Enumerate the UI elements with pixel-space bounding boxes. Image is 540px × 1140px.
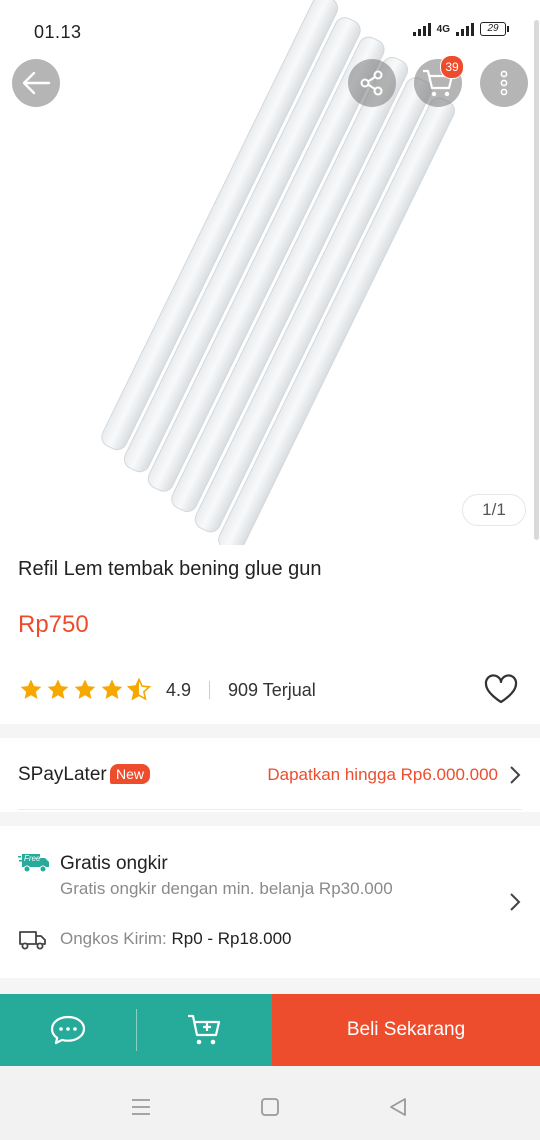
chevron-right-icon [509, 892, 521, 917]
battery-icon: 29 [480, 22, 509, 36]
share-icon [360, 70, 383, 96]
signal-icon-2 [456, 22, 474, 36]
spaylater-label: SPayLater [18, 764, 107, 785]
divider [18, 809, 522, 810]
new-badge: New [110, 764, 151, 784]
system-navigation-bar [0, 1066, 540, 1140]
arrow-left-icon [22, 71, 51, 95]
buy-now-button[interactable]: Beli Sekarang [272, 994, 540, 1066]
rating-stars [18, 678, 152, 702]
shipping-cost-value: Rp0 - Rp18.000 [171, 929, 292, 948]
rating-value: 4.9 [166, 679, 192, 700]
bottom-action-bar: Beli Sekarang [0, 994, 540, 1066]
add-to-cart-icon [187, 1014, 220, 1045]
back-nav-button[interactable] [388, 1097, 408, 1122]
spaylater-cta: Dapatkan hingga Rp6.000.000 [267, 765, 498, 784]
add-to-cart-button[interactable] [137, 994, 272, 1066]
chevron-right-icon [509, 765, 521, 790]
free-badge-label: Free [24, 854, 41, 863]
network-type: 4G [436, 23, 450, 35]
cart-button[interactable]: 39 [414, 55, 464, 107]
shipping-cost: Ongkos Kirim: Rp0 - Rp18.000 [60, 929, 292, 949]
section-divider [0, 724, 540, 738]
star-icon [20, 679, 42, 699]
star-half-icon [126, 678, 152, 701]
divider [209, 681, 211, 699]
shipping-section[interactable] [0, 826, 540, 978]
status-icons: 4G 29 [412, 22, 509, 36]
chat-icon [50, 1015, 86, 1045]
menu-nav-button[interactable] [131, 1098, 151, 1121]
more-vertical-icon [500, 70, 508, 96]
back-button[interactable] [12, 59, 60, 107]
shipping-cost-label: Ongkos Kirim: [60, 929, 167, 948]
free-shipping-icon: Free [18, 852, 50, 879]
product-title: Refil Lem tembak bening glue gun [18, 558, 322, 580]
rating-row[interactable]: 4.9 909 Terjual [18, 676, 316, 704]
star-icon [47, 679, 69, 699]
status-time: 01.13 [34, 22, 82, 42]
back-triangle-icon [390, 1098, 406, 1116]
sold-count: 909 Terjual [228, 679, 316, 700]
section-divider [0, 978, 540, 994]
menu-icon [132, 1099, 150, 1115]
star-icon [101, 679, 123, 699]
cart-count-badge: 39 [440, 55, 464, 79]
share-button[interactable] [348, 59, 396, 107]
section-divider [0, 812, 540, 826]
favorite-button[interactable] [484, 674, 518, 709]
scrollbar[interactable] [534, 20, 539, 540]
home-nav-button[interactable] [260, 1098, 280, 1121]
signal-icon [412, 22, 431, 36]
free-shipping-subtitle: Gratis ongkir dengan min. belanja Rp30.0… [60, 879, 393, 898]
star-icon [74, 679, 96, 699]
gallery-indicator: 1/1 [462, 494, 526, 526]
home-square-icon [261, 1098, 279, 1116]
free-shipping-title: Gratis ongkir [60, 853, 168, 874]
heart-icon [484, 674, 518, 704]
more-button[interactable] [480, 59, 528, 107]
secondary-actions [0, 994, 272, 1066]
chat-button[interactable] [0, 994, 136, 1066]
product-price: Rp750 [18, 611, 89, 638]
truck-icon [18, 929, 48, 956]
